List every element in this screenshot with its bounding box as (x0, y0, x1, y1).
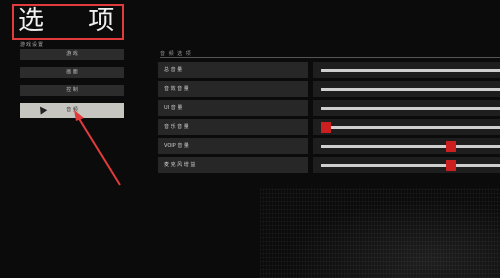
menu-item-audio-label: 音 频 (66, 107, 78, 113)
settings-divider (160, 57, 500, 58)
setting-row-mic-gain: 麦 克 风 增 益 (158, 157, 500, 173)
sfx-volume-slider[interactable] (313, 81, 500, 97)
slider-track (321, 164, 500, 167)
mic-gain-slider[interactable] (313, 157, 500, 173)
ui-volume-slider[interactable] (313, 100, 500, 116)
audio-settings-panel: 总 音 量 音 效 音 量 UI 音 量 音 乐 音 量 VOIP 音 量 麦 … (158, 62, 500, 176)
mouse-cursor-icon (36, 104, 48, 115)
setting-label: 麦 克 风 增 益 (158, 157, 308, 173)
page-title: 选 项 (18, 6, 133, 36)
menu-item-controls[interactable]: 控 制 (20, 85, 124, 96)
setting-row-ui-volume: UI 音 量 (158, 100, 500, 116)
menu-item-audio[interactable]: 音 频 (20, 103, 124, 118)
slider-handle[interactable] (446, 141, 457, 152)
setting-label: 音 乐 音 量 (158, 119, 308, 135)
background-texture (260, 188, 500, 278)
setting-row-master-volume: 总 音 量 (158, 62, 500, 78)
setting-label: UI 音 量 (158, 100, 308, 116)
slider-track (321, 69, 500, 72)
slider-track (321, 107, 500, 110)
slider-track (321, 126, 500, 129)
setting-label: 音 效 音 量 (158, 81, 308, 97)
setting-row-sfx-volume: 音 效 音 量 (158, 81, 500, 97)
setting-label: 总 音 量 (158, 62, 308, 78)
menu-item-game[interactable]: 游 戏 (20, 49, 124, 60)
music-volume-slider[interactable] (313, 119, 500, 135)
slider-track (321, 145, 500, 148)
setting-label: VOIP 音 量 (158, 138, 308, 154)
slider-handle[interactable] (446, 160, 457, 171)
setting-row-music-volume: 音 乐 音 量 (158, 119, 500, 135)
voip-volume-slider[interactable] (313, 138, 500, 154)
slider-track (321, 88, 500, 91)
options-menu: 游 戏 画 面 控 制 音 频 (20, 49, 124, 125)
setting-row-voip-volume: VOIP 音 量 (158, 138, 500, 154)
menu-item-display[interactable]: 画 面 (20, 67, 124, 78)
slider-handle[interactable] (321, 122, 331, 133)
page-subtitle: 游戏设置 (20, 42, 45, 48)
settings-header: 音 频 选 项 (160, 51, 192, 57)
master-volume-slider[interactable] (313, 62, 500, 78)
